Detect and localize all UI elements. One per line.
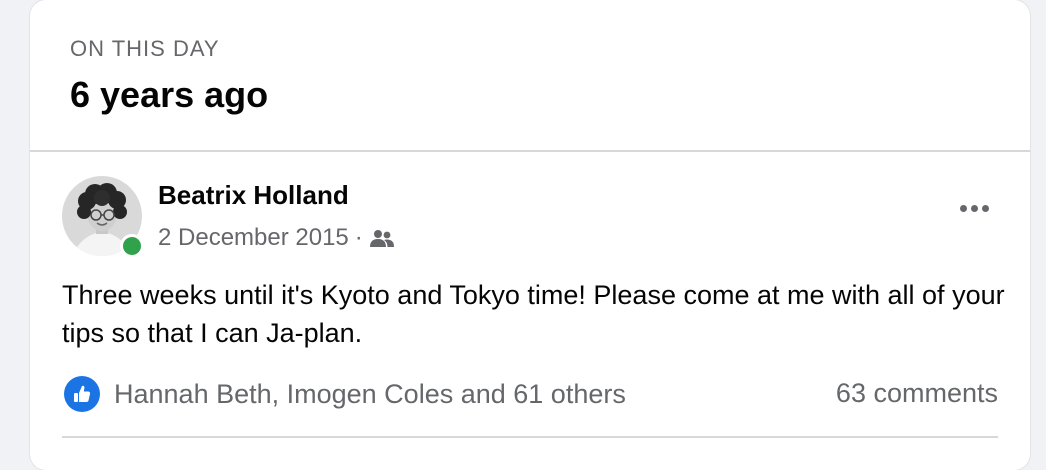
memory-eyebrow: ON THIS DAY [70, 36, 220, 61]
online-status-dot [120, 234, 144, 258]
reactions-summary[interactable]: Hannah Beth, Imogen Coles and 61 others [64, 376, 626, 412]
reactions-text[interactable]: Hannah Beth, Imogen Coles and 61 others [114, 379, 626, 410]
memory-years-ago: 6 years ago [70, 74, 269, 115]
post-divider [62, 436, 998, 438]
like-reaction-icon [64, 376, 100, 412]
more-options-icon[interactable] [954, 196, 994, 220]
meta-separator: · [354, 224, 363, 251]
post-meta: 2 December 2015 · [158, 224, 395, 252]
memory-card: ON THIS DAY 6 years ago Beatrix Holland … [30, 0, 1030, 470]
post-date[interactable]: 2 December 2015 [158, 224, 349, 252]
memory-header: ON THIS DAY 6 years ago [30, 0, 1030, 152]
comments-count[interactable]: 63 comments [836, 378, 998, 409]
post-text: Three weeks until it's Kyoto and Tokyo t… [62, 280, 1005, 348]
author-name[interactable]: Beatrix Holland [158, 180, 349, 211]
author-avatar-wrap[interactable] [62, 176, 144, 258]
friends-icon[interactable] [369, 228, 395, 248]
